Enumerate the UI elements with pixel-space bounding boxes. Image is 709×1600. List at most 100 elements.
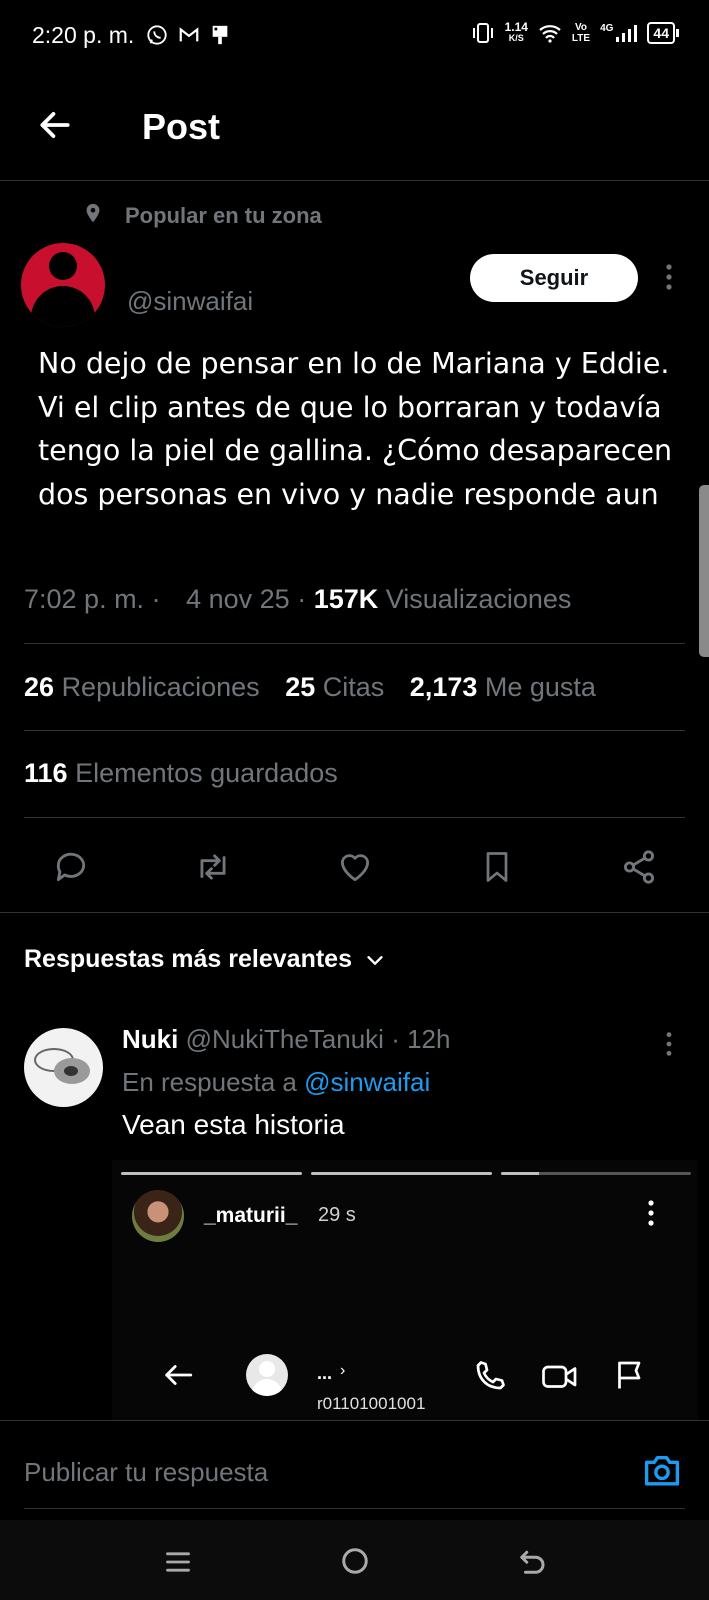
story-chevron-icon: ›	[340, 1362, 346, 1379]
back-button[interactable]	[36, 106, 74, 144]
volte-vo: Vo	[574, 22, 588, 33]
home-circle-icon[interactable]	[340, 1546, 370, 1576]
replies-sort-label: Respuestas más relevantes	[24, 945, 352, 973]
post-date: 4 nov 25	[186, 584, 290, 614]
share-icon	[623, 850, 655, 884]
views-label: Visualizaciones	[385, 584, 572, 614]
story-contact-name: ...	[317, 1363, 333, 1383]
story-progress-2	[311, 1172, 492, 1175]
story-back-arrow-icon	[165, 1365, 193, 1385]
reply-button[interactable]	[49, 845, 93, 889]
vibrate-icon	[472, 23, 493, 43]
compose-top-divider	[0, 1420, 709, 1421]
saved-divider	[24, 817, 685, 818]
bookmark-button[interactable]	[475, 845, 519, 889]
net-speed: 1.14	[504, 20, 528, 34]
reply-author-handle[interactable]: @NukiTheTanuki	[186, 1024, 384, 1054]
scrollbar-thumb[interactable]	[699, 485, 709, 657]
likes-count: 2,173	[409, 672, 478, 702]
story-time: 29 s	[318, 1204, 356, 1226]
post-time: 7:02 p. m.	[24, 584, 145, 614]
views-count: 157K	[313, 584, 379, 614]
story-contact-id: r01101001001	[317, 1394, 426, 1413]
follow-button[interactable]: Seguir	[470, 254, 638, 302]
battery-level: 44	[647, 22, 675, 44]
stats-divider	[24, 730, 685, 731]
like-icon	[340, 854, 370, 882]
system-back-icon[interactable]	[518, 1546, 548, 1576]
reply-compose-input[interactable]: Publicar tu respuesta	[24, 1457, 268, 1488]
engagement-stats: 26 Republicaciones 25 Citas 2,173 Me gus…	[24, 672, 614, 703]
flag-icon	[618, 1361, 641, 1389]
story-progress-3	[501, 1172, 691, 1175]
reposts-label: Republicaciones	[61, 672, 260, 702]
meta-divider	[24, 643, 685, 644]
post-more-button[interactable]	[658, 262, 680, 292]
reply-header: Nuki @NukiTheTanuki · 12h	[122, 1024, 451, 1054]
reply-context: En respuesta a @sinwaifai	[122, 1067, 430, 1098]
header-divider	[0, 180, 709, 181]
signal-icon	[616, 25, 638, 42]
quotes-stat[interactable]: 25 Citas	[285, 672, 384, 702]
share-button[interactable]	[617, 845, 661, 889]
reply-to-label: En respuesta a	[122, 1067, 297, 1097]
page-title: Post	[142, 106, 221, 147]
post-meta: 7:02 p. m. · 4 nov 25 · 157K Visualizaci…	[24, 584, 572, 614]
story-avatar	[132, 1190, 184, 1242]
reposts-count: 26	[24, 672, 55, 702]
replies-sort-dropdown[interactable]: Respuestas más relevantes	[24, 945, 386, 974]
bookmarks-stat[interactable]: 116 Elementos guardados	[24, 758, 338, 789]
more-vertical-icon	[666, 1032, 672, 1056]
wifi-icon	[539, 25, 561, 43]
arrow-left-icon	[40, 112, 70, 138]
status-notification-icons	[146, 24, 230, 46]
social-context: Popular en tu zona	[125, 203, 322, 228]
repost-icon	[200, 854, 226, 880]
reply-author-avatar[interactable]	[24, 1028, 103, 1107]
gmail-icon	[179, 27, 199, 42]
location-pin-icon	[82, 201, 104, 225]
bookmarks-label: Elementos guardados	[75, 758, 338, 788]
story-progress-1	[121, 1172, 302, 1175]
network-type: 4G	[600, 23, 614, 34]
app-notification-icon	[212, 25, 228, 45]
like-button[interactable]	[333, 845, 377, 889]
video-call-icon	[542, 1365, 577, 1388]
reposts-stat[interactable]: 26 Republicaciones	[24, 672, 260, 702]
author-handle[interactable]: @sinwaifai	[127, 286, 253, 317]
quotes-label: Citas	[322, 672, 385, 702]
compose-bottom-divider	[24, 1508, 685, 1509]
reply-more-button[interactable]	[658, 1030, 680, 1058]
compose-camera-button[interactable]	[642, 1451, 682, 1489]
reply-icon	[56, 852, 86, 882]
reply-author-name[interactable]: Nuki	[122, 1024, 178, 1054]
chevron-down-icon	[367, 955, 383, 965]
actions-divider	[0, 912, 709, 913]
story-username: _maturii_	[204, 1204, 298, 1227]
battery-indicator: 44	[647, 22, 679, 44]
whatsapp-icon	[147, 25, 167, 45]
likes-stat[interactable]: 2,173 Me gusta	[410, 672, 596, 702]
story-contact-avatar	[246, 1354, 288, 1396]
net-unit: K/S	[508, 33, 524, 43]
reply-to-mention[interactable]: @sinwaifai	[304, 1067, 430, 1097]
more-vertical-icon	[666, 264, 672, 290]
reply-text: Vean esta historia	[122, 1109, 345, 1140]
status-time: 2:20 p. m.	[32, 22, 135, 48]
menu-icon[interactable]	[164, 1548, 192, 1576]
story-more-icon	[646, 1198, 656, 1228]
quotes-count: 25	[285, 672, 316, 702]
post-text: No dejo de pensar en lo de Mariana y Edd…	[38, 347, 673, 511]
bookmarks-count: 116	[24, 758, 68, 788]
status-right: 1.14 K/S Vo LTE 4G 44	[471, 20, 679, 44]
volte-lte: LTE	[571, 33, 591, 44]
reply-media[interactable]: _maturii_ 29 s ... › r01101001001	[112, 1160, 698, 1420]
camera-icon	[644, 1456, 680, 1486]
author-avatar[interactable]	[21, 243, 105, 327]
likes-label: Me gusta	[484, 672, 596, 702]
bookmark-icon	[486, 852, 508, 882]
system-nav-bar	[0, 1520, 709, 1600]
repost-button[interactable]	[191, 845, 235, 889]
phone-icon	[476, 1361, 505, 1390]
reply-time: 12h	[407, 1024, 451, 1054]
